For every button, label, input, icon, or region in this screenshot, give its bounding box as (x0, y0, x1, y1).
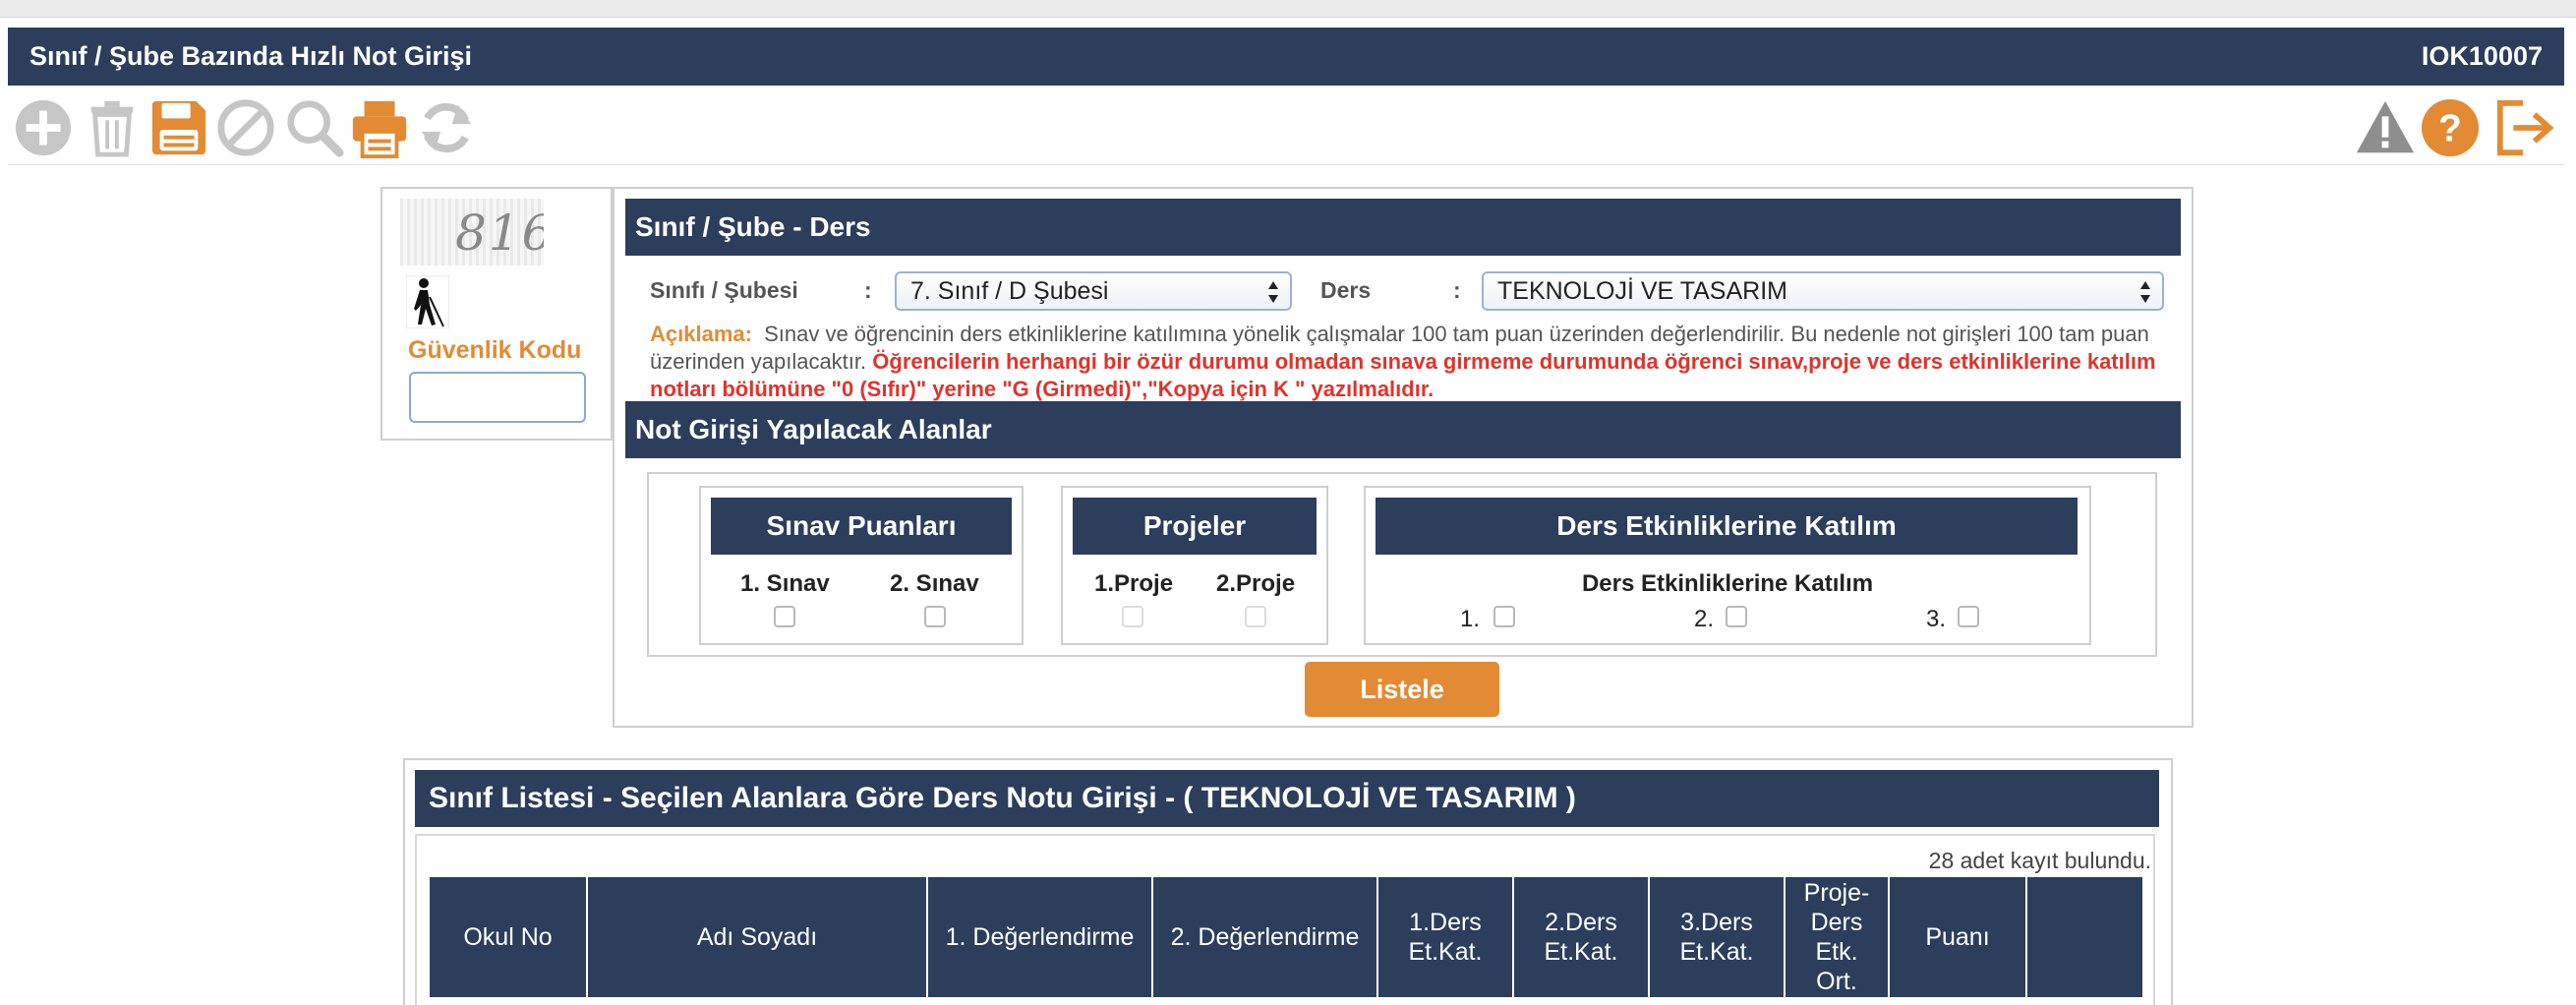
select-arrows-icon (1268, 281, 1278, 303)
svg-text:?: ? (2438, 108, 2462, 150)
captcha-label: Güvenlik Kodu (408, 336, 582, 364)
table-header-row: Okul No Adı Soyadı 1. Değerlendirme 2. Değe… (430, 877, 2142, 997)
record-count: 28 adet kayıt bulundu. (1928, 848, 2151, 873)
screen-code: IOK10007 (2421, 41, 2543, 71)
exam-group-title: Sınav Puanları (711, 498, 1012, 555)
activities-group: Ders Etkinliklerine Katılım Ders Etkinli… (1364, 486, 2091, 645)
toolbar: ? (8, 90, 2564, 165)
column-header-line: 2.Ders (1545, 909, 1617, 936)
project-1-checkbox[interactable] (1122, 606, 1143, 627)
exam-2-checkbox[interactable] (924, 606, 946, 627)
trash-icon[interactable] (81, 96, 144, 159)
warning-icon[interactable] (2354, 96, 2417, 159)
project-2-checkbox[interactable] (1245, 606, 1266, 627)
column-header-line: 2. Değerlendirme (1170, 923, 1360, 951)
column-header-line: 1.Ders (1409, 909, 1482, 936)
activity-2-checkbox[interactable] (1726, 606, 1747, 627)
search-icon[interactable] (283, 96, 346, 159)
description: Açıklama: Sınav ve öğrencinin ders etkin… (650, 321, 2164, 403)
captcha-input[interactable] (409, 372, 586, 423)
exam-1-label: 1. Sınav (740, 570, 830, 597)
project-1-label: 1.Proje (1094, 570, 1174, 597)
column-header (2026, 877, 2142, 997)
title-bar: Sınıf / Şube Bazında Hızlı Not Girişi IO… (8, 28, 2564, 86)
activity-3-label: 3. (1926, 606, 1947, 632)
course-select-value: TEKNOLOJİ VE TASARIM (1497, 276, 1787, 305)
list-button[interactable]: Listele (1305, 662, 1499, 717)
course-label: Ders (1320, 277, 1372, 303)
column-header-line: 1. Değerlendirme (945, 923, 1135, 951)
column-header: 2.Ders Et.Kat. (1513, 877, 1650, 997)
column-header: Proje- Ders Etk. Ort. (1785, 877, 1890, 997)
add-icon[interactable] (12, 96, 75, 159)
column-header-line: Okul No (463, 923, 553, 951)
column-header-line: Et.Kat. (1679, 938, 1754, 966)
column-header: 1.Ders Et.Kat. (1377, 877, 1514, 997)
activity-1-checkbox[interactable] (1493, 606, 1515, 627)
column-header: 1. Değerlendirme (927, 877, 1153, 997)
column-header-line: Etk. (1815, 938, 1858, 966)
activities-group-title: Ders Etkinliklerine Katılım (1376, 498, 2078, 555)
activity-1-label: 1. (1460, 606, 1481, 632)
column-header-line: Ders (1810, 909, 1863, 936)
accessibility-icon[interactable] (405, 274, 450, 329)
form-panel: Sınıf / Şube - Ders Sınıfı / Şubesi : 7.… (613, 187, 2194, 728)
page-title: Sınıf / Şube Bazında Hızlı Not Girişi (29, 41, 473, 71)
column-header-line: Adı Soyadı (696, 923, 818, 951)
select-arrows-icon (2140, 281, 2150, 303)
captcha-code: 8167 (455, 205, 544, 262)
activity-2-label: 2. (1694, 606, 1715, 632)
column-header: Puanı (1889, 877, 2027, 997)
column-header-line: Ort. (1816, 968, 1857, 995)
column-header-line: Et.Kat. (1408, 938, 1483, 966)
form-header: Sınıf / Şube - Ders (625, 199, 2181, 256)
column-header: 2. Değerlendirme (1152, 877, 1378, 997)
projects-group-title: Projeler (1073, 498, 1317, 555)
class-list-panel: Sınıf Listesi - Seçilen Alanlara Göre De… (403, 758, 2173, 1005)
description-lead: Açıklama: (650, 322, 752, 346)
fields-box: Sınav Puanları 1. Sınav 2. Sınav Projele… (647, 472, 2157, 657)
class-label: Sınıfı / Şubesi (650, 277, 798, 303)
column-header: 3.Ders Et.Kat. (1649, 877, 1786, 997)
course-select[interactable]: TEKNOLOJİ VE TASARIM (1482, 271, 2164, 311)
save-icon[interactable] (147, 96, 210, 159)
column-header: Okul No (430, 877, 588, 997)
description-warning: Öğrencilerin herhangi bir özür durumu ol… (650, 349, 2156, 401)
class-list-inner: 28 adet kayıt bulundu. Okul No Adı Soyadı… (415, 834, 2155, 1005)
exam-2-label: 2. Sınav (890, 570, 979, 597)
class-select-value: 7. Sınıf / D Şubesi (910, 276, 1109, 305)
projects-group: Projeler 1.Proje 2.Proje (1061, 486, 1328, 645)
course-colon: : (1453, 277, 1461, 303)
captcha-box: 8167 Güvenlik Kodu (381, 187, 613, 441)
class-colon: : (864, 277, 872, 303)
help-icon[interactable]: ? (2419, 96, 2482, 159)
captcha-image: 8167 (400, 199, 544, 266)
activity-3-checkbox[interactable] (1958, 606, 1979, 627)
print-icon[interactable] (348, 96, 411, 159)
exit-icon[interactable] (2493, 96, 2556, 159)
class-select[interactable]: 7. Sınıf / D Şubesi (895, 271, 1292, 311)
exam-group: Sınav Puanları 1. Sınav 2. Sınav (699, 486, 1024, 645)
refresh-icon[interactable] (415, 96, 478, 159)
class-list-header: Sınıf Listesi - Seçilen Alanlara Göre De… (415, 770, 2159, 827)
column-header-line: 3.Ders (1680, 909, 1753, 936)
browser-top-strip (0, 0, 2576, 18)
activities-subtitle: Ders Etkinliklerine Katılım (1581, 570, 1874, 597)
column-header-line: Et.Kat. (1544, 938, 1618, 966)
exam-1-checkbox[interactable] (774, 606, 795, 627)
column-header-line: Puanı (1925, 923, 1990, 951)
column-header-line: Proje- (1803, 879, 1870, 907)
grade-table: Okul No Adı Soyadı 1. Değerlendirme 2. Değe… (430, 877, 2142, 997)
cancel-icon[interactable] (214, 96, 277, 159)
fields-header: Not Girişi Yapılacak Alanlar (625, 401, 2181, 458)
column-header: Adı Soyadı (587, 877, 928, 997)
project-2-label: 2.Proje (1216, 570, 1296, 597)
